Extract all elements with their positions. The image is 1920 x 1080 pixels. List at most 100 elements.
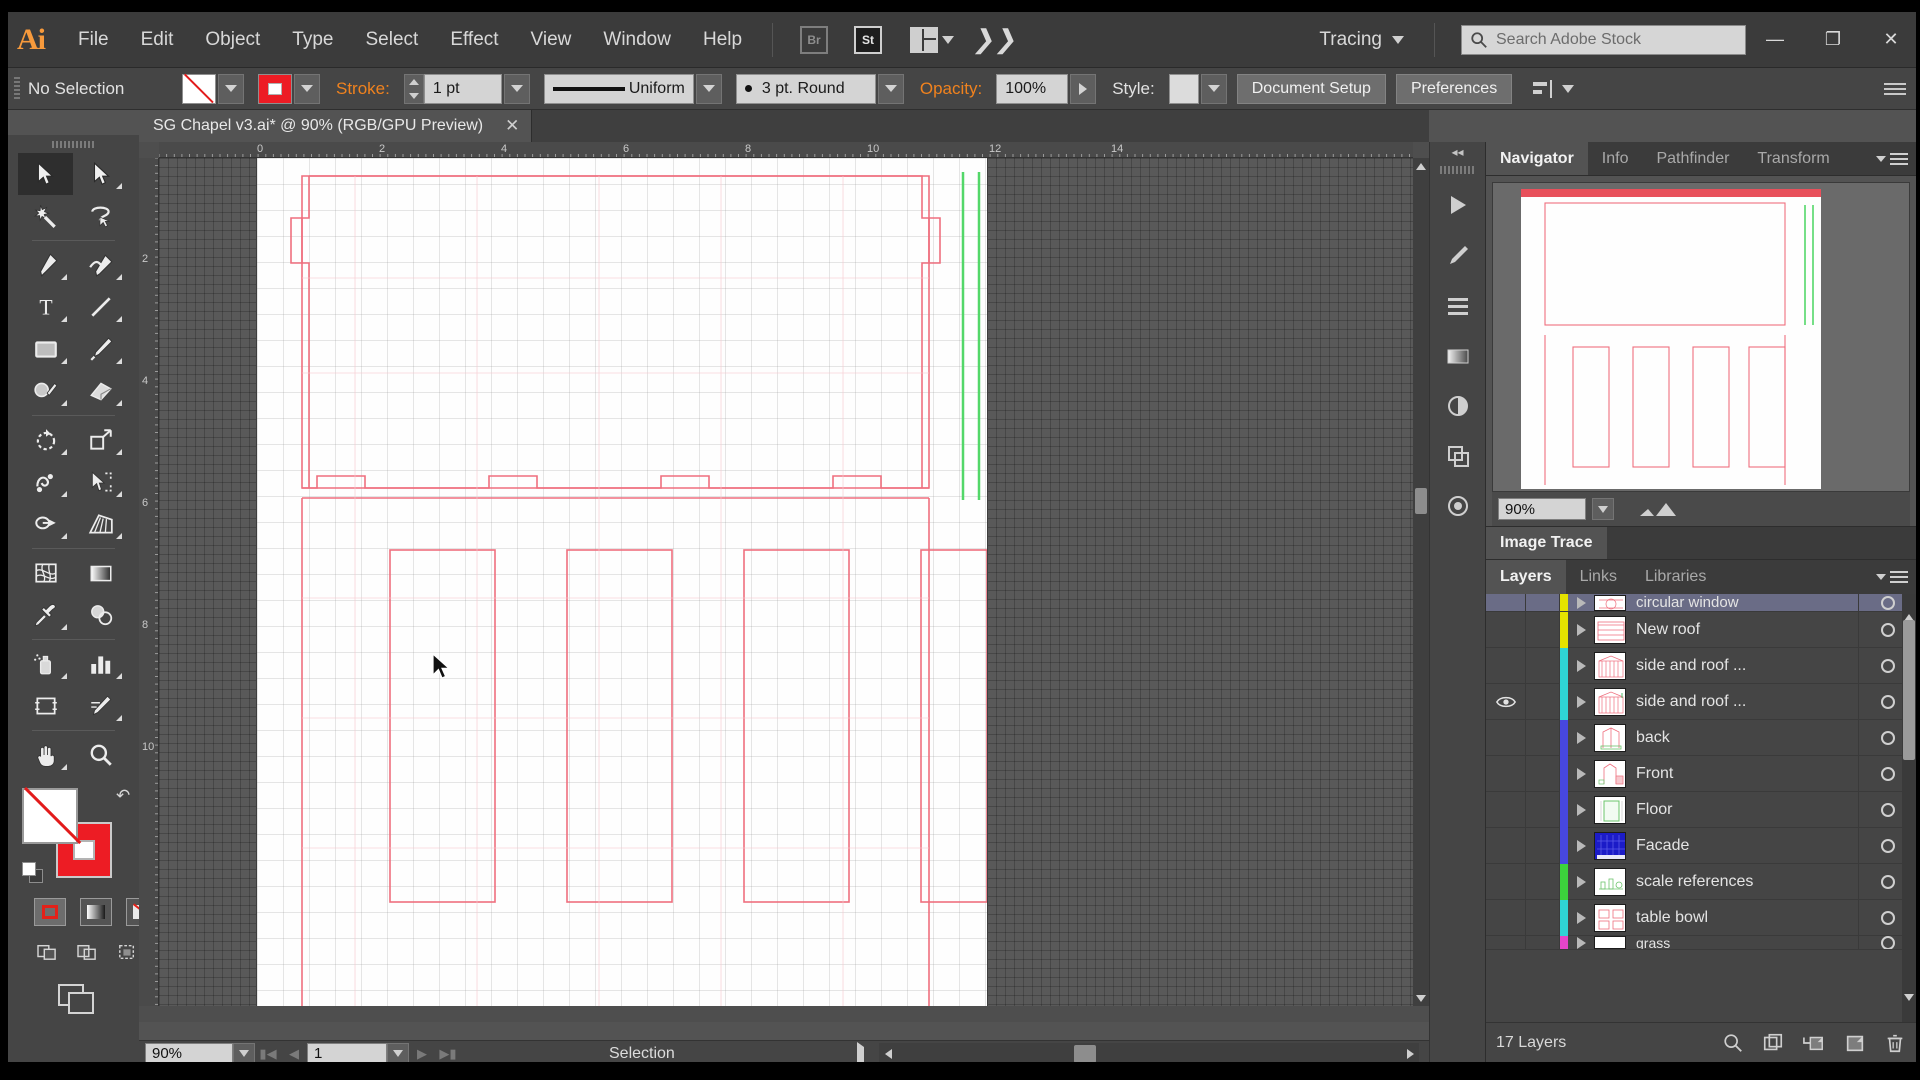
- layer-lock-toggle[interactable]: [1526, 827, 1560, 864]
- search-adobe-stock-input[interactable]: Search Adobe Stock: [1461, 24, 1746, 55]
- canvas-vertical-scrollbar[interactable]: [1413, 158, 1429, 1006]
- tab-navigator[interactable]: Navigator: [1486, 142, 1588, 175]
- table-row[interactable]: New roof: [1486, 611, 1916, 648]
- document-setup-button[interactable]: Document Setup: [1236, 73, 1386, 104]
- fill-color-swatch[interactable]: [22, 788, 78, 844]
- create-new-layer-icon[interactable]: [1844, 1032, 1866, 1054]
- pen-tool[interactable]: [18, 244, 73, 286]
- stock-launch-button[interactable]: St: [851, 25, 885, 55]
- stroke-swatch[interactable]: [258, 73, 292, 104]
- layer-expand-toggle[interactable]: [1568, 756, 1594, 792]
- brush-definition-dropdown-button[interactable]: [877, 73, 904, 104]
- layer-name[interactable]: grass: [1636, 936, 1858, 949]
- layer-visibility-toggle[interactable]: [1486, 647, 1526, 684]
- graphic-style-swatch[interactable]: [1168, 73, 1199, 104]
- document-close-icon[interactable]: ✕: [505, 116, 519, 136]
- layer-visibility-toggle[interactable]: [1486, 827, 1526, 864]
- locate-object-icon[interactable]: [1722, 1032, 1744, 1054]
- scroll-horizontal-thumb[interactable]: [1074, 1045, 1096, 1063]
- shape-builder-tool[interactable]: [18, 503, 73, 545]
- screen-mode-button[interactable]: [58, 984, 100, 1018]
- perspective-grid-tool[interactable]: [73, 503, 128, 545]
- layer-expand-toggle[interactable]: [1568, 720, 1594, 756]
- transparency-dock-icon[interactable]: [1434, 382, 1482, 430]
- menu-effect[interactable]: Effect: [434, 12, 514, 68]
- stroke-weight-stepper[interactable]: [403, 73, 424, 104]
- create-new-sublayer-icon[interactable]: [1802, 1032, 1826, 1054]
- creative-cloud-button[interactable]: ❯❯: [971, 25, 1021, 55]
- tab-pathfinder[interactable]: Pathfinder: [1642, 142, 1743, 175]
- layer-expand-toggle[interactable]: [1568, 828, 1594, 864]
- layer-visibility-toggle[interactable]: [1486, 755, 1526, 792]
- minimize-button[interactable]: —: [1746, 18, 1804, 62]
- tab-info[interactable]: Info: [1588, 142, 1643, 175]
- type-tool[interactable]: T: [18, 286, 73, 328]
- draw-behind-icon[interactable]: [72, 940, 102, 964]
- tab-image-trace[interactable]: Image Trace: [1486, 527, 1607, 559]
- table-row[interactable]: side and roof ...: [1486, 647, 1916, 684]
- free-transform-tool[interactable]: [73, 461, 128, 503]
- gradient-tool[interactable]: [73, 552, 128, 594]
- color-mode-color-button[interactable]: [34, 898, 66, 926]
- rectangle-tool[interactable]: [18, 328, 73, 370]
- curvature-tool[interactable]: [73, 244, 128, 286]
- opacity-options-button[interactable]: [1070, 73, 1097, 104]
- tab-links[interactable]: Links: [1566, 560, 1631, 594]
- shaper-tool[interactable]: [18, 370, 73, 412]
- libraries-dock-icon[interactable]: [1434, 182, 1482, 230]
- align-options-icon[interactable]: [1530, 76, 1556, 102]
- rotate-tool[interactable]: [18, 419, 73, 461]
- delete-selection-icon[interactable]: [1884, 1032, 1906, 1054]
- table-row[interactable]: scale references: [1486, 863, 1916, 900]
- stroke-weight-input[interactable]: 1 pt: [423, 73, 502, 104]
- layer-expand-toggle[interactable]: [1568, 594, 1594, 611]
- layer-expand-toggle[interactable]: [1568, 684, 1594, 720]
- control-bar-menu-icon[interactable]: [1884, 82, 1906, 95]
- layer-visibility-toggle[interactable]: [1486, 936, 1526, 949]
- document-tab[interactable]: SG Chapel v3.ai* @ 90% (RGB/GPU Preview)…: [139, 110, 533, 142]
- scroll-up-button[interactable]: [1413, 158, 1429, 174]
- layer-visibility-toggle[interactable]: [1486, 719, 1526, 756]
- appearance-dock-icon[interactable]: [1434, 432, 1482, 480]
- lasso-tool[interactable]: [73, 195, 128, 237]
- layers-scroll-down-button[interactable]: [1904, 994, 1914, 1019]
- slice-tool[interactable]: [73, 685, 128, 727]
- draw-normal-icon[interactable]: [32, 940, 62, 964]
- layer-visibility-toggle[interactable]: [1486, 791, 1526, 828]
- stroke-control[interactable]: [258, 73, 320, 104]
- layer-expand-toggle[interactable]: [1568, 792, 1594, 828]
- layer-visibility-toggle[interactable]: [1486, 899, 1526, 936]
- navigator-zoom-dropdown-button[interactable]: [1592, 498, 1614, 520]
- menu-type[interactable]: Type: [276, 12, 349, 68]
- layer-expand-toggle[interactable]: [1568, 648, 1594, 684]
- toolbox-grip[interactable]: [8, 135, 139, 153]
- menu-help[interactable]: Help: [687, 12, 758, 68]
- stroke-dropdown-button[interactable]: [294, 73, 320, 104]
- column-graph-tool[interactable]: [73, 643, 128, 685]
- magic-wand-tool[interactable]: [18, 195, 73, 237]
- menu-select[interactable]: Select: [350, 12, 435, 68]
- scale-tool[interactable]: [73, 419, 128, 461]
- layer-lock-toggle[interactable]: [1526, 755, 1560, 792]
- artboard[interactable]: [257, 158, 987, 1006]
- workspace-chevron-down-icon[interactable]: [1392, 35, 1404, 44]
- artboard-tool[interactable]: [18, 685, 73, 727]
- layer-name[interactable]: side and roof ...: [1636, 657, 1858, 675]
- navigator-panel-menu-button[interactable]: [1876, 142, 1916, 175]
- dock-grip[interactable]: [1439, 166, 1476, 174]
- selection-tool[interactable]: [18, 153, 73, 195]
- layer-name[interactable]: table bowl: [1636, 909, 1858, 927]
- menu-file[interactable]: File: [62, 12, 125, 68]
- scroll-vertical-thumb[interactable]: [1415, 488, 1427, 514]
- fill-control[interactable]: [182, 73, 244, 104]
- zoom-tool[interactable]: [73, 734, 128, 776]
- layer-name[interactable]: back: [1636, 729, 1858, 747]
- close-button[interactable]: ✕: [1862, 18, 1920, 62]
- scroll-down-button[interactable]: [1413, 990, 1429, 1006]
- layer-name[interactable]: scale references: [1636, 873, 1858, 891]
- eraser-tool[interactable]: [73, 370, 128, 412]
- tab-layers[interactable]: Layers: [1486, 560, 1566, 594]
- table-row[interactable]: back: [1486, 719, 1916, 756]
- fill-dropdown-button[interactable]: [218, 73, 244, 104]
- layer-expand-toggle[interactable]: [1568, 864, 1594, 900]
